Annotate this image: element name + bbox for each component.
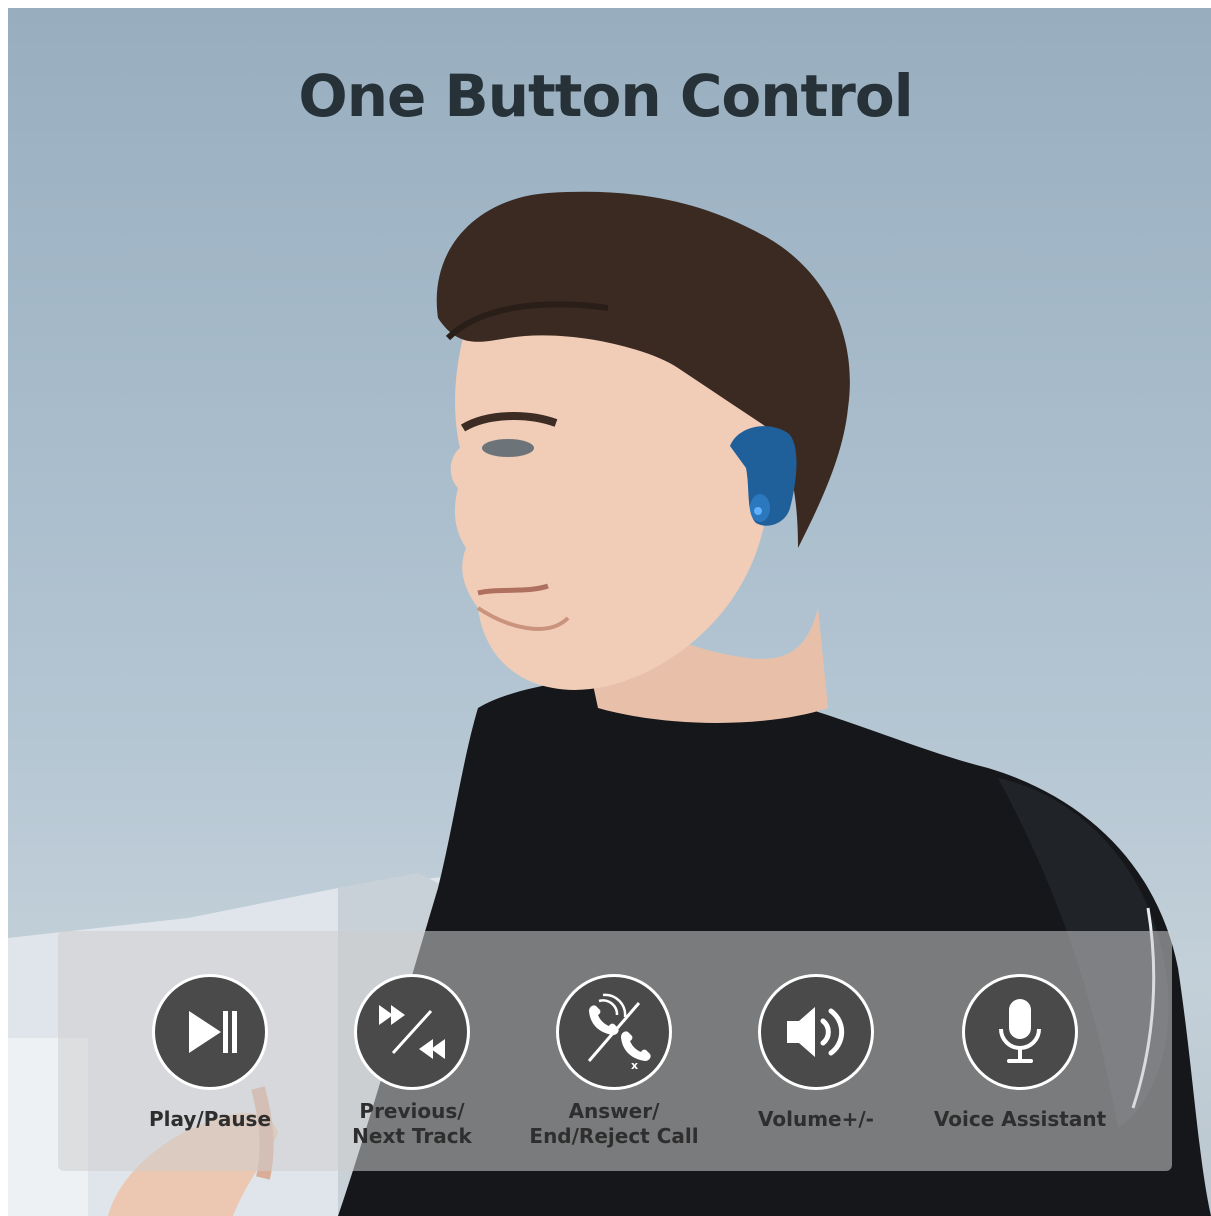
- feature-volume: Volume+/-: [716, 931, 916, 1171]
- volume-icon: [761, 977, 871, 1087]
- svg-text:x: x: [631, 1059, 638, 1072]
- feature-previous-next-track: Previous/ Next Track: [312, 931, 512, 1171]
- controls-panel: Play/Pause Previous/ Next Track x Answer…: [58, 931, 1172, 1171]
- feature-voice-assistant: Voice Assistant: [920, 931, 1120, 1171]
- page-title: One Button Control: [298, 62, 913, 130]
- feature-answer-end-call: x Answer/ End/Reject Call: [514, 931, 714, 1171]
- play-pause-icon: [155, 977, 265, 1087]
- previous-next-track-icon: [357, 977, 467, 1087]
- feature-label: Voice Assistant: [933, 1107, 1107, 1131]
- answer-end-call-icon: x: [559, 977, 669, 1087]
- product-banner: One Button Control Play/Pause Previous/ …: [0, 0, 1211, 1216]
- feature-play-pause: Play/Pause: [110, 931, 310, 1171]
- microphone-icon: [965, 977, 1075, 1087]
